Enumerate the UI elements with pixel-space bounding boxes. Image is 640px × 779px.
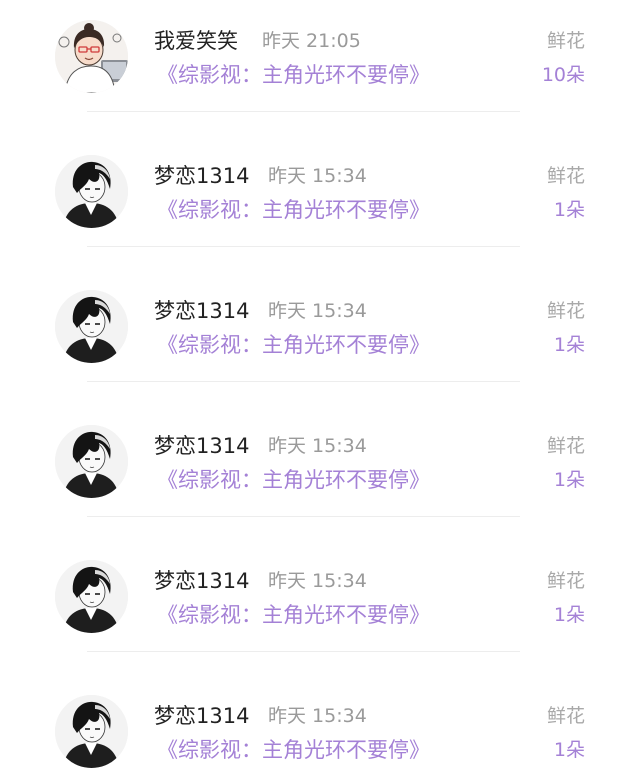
- gift-count: 1朵: [553, 199, 585, 221]
- list-item[interactable]: 梦恋1314 昨天 15:34 《综影视：主角光环不要停》 鲜花 1朵: [0, 675, 640, 779]
- timestamp: 昨天 15:34: [268, 435, 367, 457]
- avatar[interactable]: [55, 20, 128, 93]
- list-item[interactable]: 梦恋1314 昨天 15:34 《综影视：主角光环不要停》 鲜花 1朵: [0, 405, 640, 540]
- timestamp: 昨天 15:34: [268, 300, 367, 322]
- avatar[interactable]: [55, 290, 128, 363]
- gift-type: 鲜花: [546, 300, 585, 322]
- anime-boy-avatar-icon: [55, 695, 128, 768]
- cartoon-girl-avatar-icon: [55, 20, 128, 93]
- avatar[interactable]: [55, 560, 128, 633]
- anime-boy-avatar-icon: [55, 560, 128, 633]
- gift-type: 鲜花: [546, 30, 585, 52]
- avatar[interactable]: [55, 155, 128, 228]
- anime-boy-avatar-icon: [55, 425, 128, 498]
- divider: [87, 246, 520, 247]
- timestamp: 昨天 15:34: [268, 705, 367, 727]
- divider: [87, 381, 520, 382]
- username[interactable]: 梦恋1314: [154, 163, 249, 189]
- book-title-link[interactable]: 《综影视：主角光环不要停》: [157, 467, 430, 493]
- divider: [87, 111, 520, 112]
- timestamp: 昨天 15:34: [268, 165, 367, 187]
- anime-boy-avatar-icon: [55, 290, 128, 363]
- avatar[interactable]: [55, 425, 128, 498]
- list-item[interactable]: 梦恋1314 昨天 15:34 《综影视：主角光环不要停》 鲜花 1朵: [0, 135, 640, 270]
- username[interactable]: 梦恋1314: [154, 298, 249, 324]
- gift-type: 鲜花: [546, 705, 585, 727]
- book-title-link[interactable]: 《综影视：主角光环不要停》: [157, 197, 430, 223]
- gift-count: 1朵: [553, 739, 585, 761]
- gift-record-list: 我爱笑笑 昨天 21:05 《综影视：主角光环不要停》 鲜花 10朵 梦恋131…: [0, 0, 640, 779]
- anime-boy-avatar-icon: [55, 155, 128, 228]
- gift-type: 鲜花: [546, 570, 585, 592]
- gift-count: 1朵: [553, 469, 585, 491]
- username[interactable]: 梦恋1314: [154, 433, 249, 459]
- gift-type: 鲜花: [546, 435, 585, 457]
- gift-count: 1朵: [553, 604, 585, 626]
- avatar[interactable]: [55, 695, 128, 768]
- book-title-link[interactable]: 《综影视：主角光环不要停》: [157, 332, 430, 358]
- list-item[interactable]: 梦恋1314 昨天 15:34 《综影视：主角光环不要停》 鲜花 1朵: [0, 540, 640, 675]
- book-title-link[interactable]: 《综影视：主角光环不要停》: [157, 737, 430, 763]
- timestamp: 昨天 15:34: [268, 570, 367, 592]
- username[interactable]: 梦恋1314: [154, 568, 249, 594]
- list-item[interactable]: 我爱笑笑 昨天 21:05 《综影视：主角光环不要停》 鲜花 10朵: [0, 0, 640, 135]
- divider: [87, 516, 520, 517]
- divider: [87, 651, 520, 652]
- book-title-link[interactable]: 《综影视：主角光环不要停》: [157, 62, 430, 88]
- timestamp: 昨天 21:05: [262, 30, 361, 52]
- username[interactable]: 我爱笑笑: [154, 28, 238, 54]
- book-title-link[interactable]: 《综影视：主角光环不要停》: [157, 602, 430, 628]
- gift-count: 10朵: [541, 64, 585, 86]
- list-item[interactable]: 梦恋1314 昨天 15:34 《综影视：主角光环不要停》 鲜花 1朵: [0, 270, 640, 405]
- gift-count: 1朵: [553, 334, 585, 356]
- gift-type: 鲜花: [546, 165, 585, 187]
- username[interactable]: 梦恋1314: [154, 703, 249, 729]
